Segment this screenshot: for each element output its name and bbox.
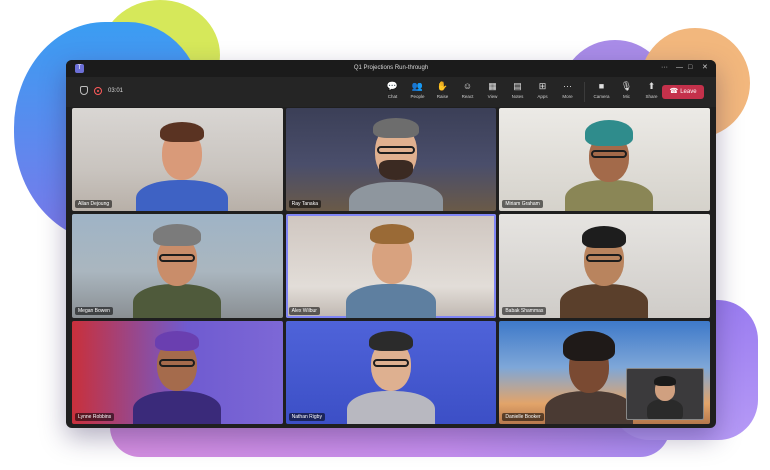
leave-button[interactable]: ☎ Leave (662, 85, 704, 99)
more-icon: ··· (563, 81, 572, 91)
participant-tile[interactable]: Nathan Rigby (285, 320, 497, 424)
meeting-status: 03:01 (80, 86, 123, 95)
avatar (341, 327, 441, 424)
hand-icon: ✋ (436, 81, 449, 91)
participant-tile[interactable]: Megan Bowen (72, 214, 283, 318)
view-button[interactable]: ▦ View (480, 80, 505, 106)
mic-icon: 🎙 (620, 81, 633, 91)
people-icon: 👥 (411, 81, 424, 91)
chat-icon: 💬 (386, 81, 399, 91)
participant-name: Megan Bowen (75, 306, 113, 315)
video-grid: Allan Dejoung Ray Tanaka Miriam Graham M… (72, 108, 710, 424)
apps-icon: ⊞ (538, 81, 547, 91)
participant-tile[interactable]: Babak Shammas (499, 214, 710, 318)
close-window-button[interactable]: ✕ (702, 64, 708, 72)
participant-name: Nathan Rigby (288, 413, 325, 421)
participant-name: Babak Shammas (502, 306, 547, 315)
toolbar-divider (584, 82, 585, 102)
notes-button[interactable]: ▤ Notes (505, 80, 530, 106)
teams-meeting-window: T Q1 Projections Run-through ··· — □ ✕ 0… (66, 60, 716, 428)
avatar (559, 116, 659, 212)
avatar (341, 116, 451, 212)
share-button[interactable]: ⬆ Share (639, 80, 664, 106)
avatar (127, 327, 227, 424)
avatar (539, 327, 639, 424)
more-button[interactable]: ··· More (555, 80, 580, 106)
participant-tile[interactable]: Allan Dejoung (72, 108, 283, 212)
avatar (336, 220, 446, 318)
avatar (132, 118, 232, 212)
camera-icon: ■ (598, 81, 605, 91)
camera-button[interactable]: ■ Camera (589, 80, 614, 106)
chat-button[interactable]: 💬 Chat (380, 80, 405, 106)
minimize-button[interactable]: — (676, 64, 683, 72)
self-view-preview[interactable] (626, 368, 704, 420)
participant-tile[interactable]: Ray Tanaka (285, 108, 497, 212)
share-icon: ⬆ (647, 81, 656, 91)
shield-icon (80, 86, 88, 95)
participant-tile-active[interactable]: Alex Wilbur (285, 214, 497, 318)
raise-hand-button[interactable]: ✋ Raise (430, 80, 455, 106)
people-button[interactable]: 👥 People (405, 80, 430, 106)
apps-button[interactable]: ⊞ Apps (530, 80, 555, 106)
window-title: Q1 Projections Run-through (353, 65, 429, 71)
react-button[interactable]: ☺ React (455, 80, 480, 106)
avatar (554, 220, 654, 318)
smile-icon: ☺ (462, 81, 473, 91)
phone-hangup-icon: ☎ (669, 88, 679, 95)
meeting-toolbar: 03:01 💬 Chat 👥 People ✋ Raise ☺ React ▦ View … (66, 77, 716, 107)
participant-name: Lynne Robbins (75, 413, 115, 421)
meeting-timer: 03:01 (108, 87, 124, 94)
maximize-button[interactable]: □ (688, 64, 692, 72)
recording-icon (94, 86, 102, 95)
window-more-button[interactable]: ··· (661, 64, 668, 72)
notes-icon: ▤ (513, 81, 522, 91)
mic-button[interactable]: 🎙 Mic (614, 80, 639, 106)
participant-name: Ray Tanaka (288, 200, 321, 209)
participant-name: Alex Wilbur (288, 306, 320, 315)
participant-tile[interactable]: Miriam Graham (499, 108, 710, 212)
participant-name: Miriam Graham (502, 200, 543, 209)
participant-name: Allan Dejoung (75, 200, 113, 209)
avatar (127, 220, 227, 318)
participant-tile[interactable]: Danielle Booker (499, 320, 710, 424)
title-bar: T Q1 Projections Run-through ··· — □ ✕ (66, 60, 716, 77)
participant-tile[interactable]: Lynne Robbins (72, 320, 283, 424)
grid-icon: ▦ (488, 81, 497, 91)
meeting-controls: 💬 Chat 👥 People ✋ Raise ☺ React ▦ View ▤ Notes… (380, 80, 664, 106)
participant-name: Danielle Booker (502, 413, 544, 421)
